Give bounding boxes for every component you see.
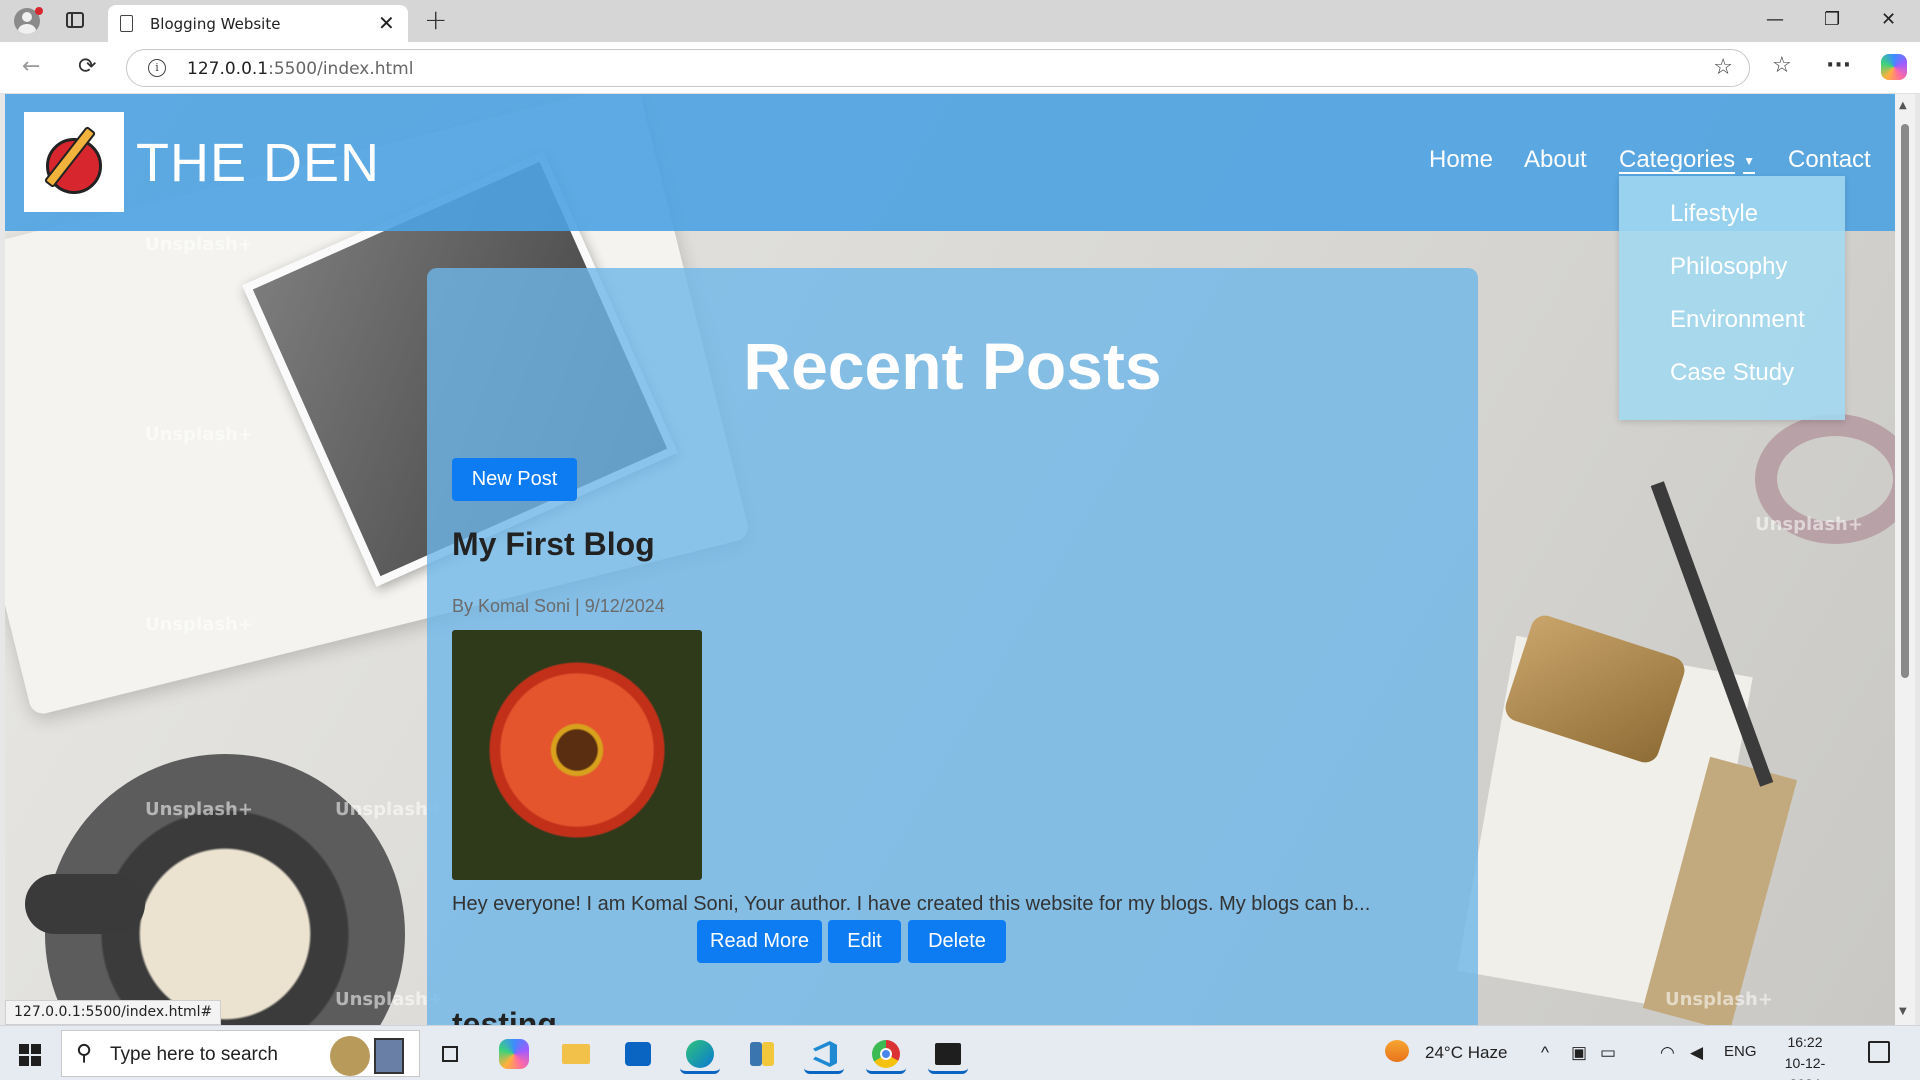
close-tab-icon[interactable]: ✕ xyxy=(378,11,395,35)
url-text: 127.0.0.1:5500/index.html xyxy=(187,59,414,79)
tray-chevron-icon[interactable]: ^ xyxy=(1541,1043,1549,1063)
address-bar-row: ← ⟳ i 127.0.0.1:5500/index.html ☆ ☆ ··· xyxy=(0,42,1920,94)
dropdown-caret-icon: ▼ xyxy=(1743,153,1755,168)
python-icon[interactable] xyxy=(742,1034,782,1074)
scroll-up-icon[interactable]: ▲ xyxy=(1899,100,1907,111)
tab-title: Blogging Website xyxy=(150,15,281,33)
notifications-icon[interactable] xyxy=(1868,1041,1890,1063)
category-lifestyle[interactable]: Lifestyle xyxy=(1670,200,1758,228)
link-status-bar: 127.0.0.1:5500/index.html# xyxy=(5,1000,222,1025)
start-button[interactable] xyxy=(19,1044,41,1066)
tab-actions-icon[interactable] xyxy=(66,12,84,28)
post-image xyxy=(452,630,702,880)
search-highlight-icon xyxy=(330,1034,410,1076)
browser-tab-bar: Blogging Website ✕ + — ❐ ✕ xyxy=(0,0,1920,42)
close-window-button[interactable]: ✕ xyxy=(1881,10,1896,30)
new-post-button[interactable]: New Post xyxy=(452,458,577,501)
post-title[interactable]: My First Blog xyxy=(452,526,655,563)
nav-about[interactable]: About xyxy=(1524,146,1587,174)
categories-dropdown: Lifestyle Philosophy Environment Case St… xyxy=(1619,176,1845,420)
edge-icon[interactable] xyxy=(680,1034,720,1074)
watermark: Unsplash+ xyxy=(145,614,253,635)
page-icon xyxy=(120,15,133,32)
weather-icon[interactable] xyxy=(1385,1040,1409,1062)
windows-taskbar: ⚲ Type here to search 24°C Haze ^ ▣ ▭ ◠ … xyxy=(0,1025,1920,1080)
category-environment[interactable]: Environment xyxy=(1670,306,1805,334)
favorite-star-icon[interactable]: ☆ xyxy=(1713,55,1733,80)
file-explorer-icon[interactable] xyxy=(556,1034,596,1074)
nav-contact[interactable]: Contact xyxy=(1788,146,1871,174)
watermark: Unsplash+ xyxy=(145,234,253,255)
taskbar-search[interactable]: ⚲ Type here to search xyxy=(61,1030,420,1077)
scroll-down-icon[interactable]: ▼ xyxy=(1899,1006,1907,1017)
task-view-icon[interactable] xyxy=(432,1034,472,1074)
nav-home[interactable]: Home xyxy=(1429,146,1493,174)
category-philosophy[interactable]: Philosophy xyxy=(1670,253,1787,281)
back-icon[interactable]: ← xyxy=(22,54,40,80)
site-info-icon[interactable]: i xyxy=(148,59,166,77)
site-header: THE DEN Home About Categories ▼ Contact xyxy=(5,94,1895,231)
page-viewport: Unsplash+ Unsplash+ Unsplash+ Unsplash+ … xyxy=(5,94,1895,1025)
clock[interactable]: 16:22 10-12-2024 xyxy=(1770,1032,1840,1080)
language-indicator[interactable]: ENG xyxy=(1724,1043,1757,1060)
post-excerpt: Hey everyone! I am Komal Soni, Your auth… xyxy=(452,893,1371,915)
watermark: Unsplash+ xyxy=(1755,514,1863,535)
recent-posts-panel: Recent Posts New Post My First Blog By K… xyxy=(427,268,1478,1025)
weather-text[interactable]: 24°C Haze xyxy=(1425,1043,1507,1063)
wifi-icon[interactable]: ◠ xyxy=(1660,1043,1675,1063)
search-icon: ⚲ xyxy=(76,1041,93,1066)
copilot-app-icon[interactable] xyxy=(499,1039,529,1069)
post-meta: By Komal Soni | 9/12/2024 xyxy=(452,596,665,616)
volume-icon[interactable]: ◀ xyxy=(1690,1043,1703,1063)
watermark: Unsplash+ xyxy=(145,424,253,445)
terminal-icon[interactable] xyxy=(928,1034,968,1074)
minimize-button[interactable]: — xyxy=(1766,10,1784,30)
vertical-scrollbar[interactable]: ▲ ▼ xyxy=(1895,94,1915,1025)
watermark: Unsplash+ xyxy=(1665,989,1773,1010)
vscode-icon[interactable] xyxy=(804,1034,844,1074)
category-case-study[interactable]: Case Study xyxy=(1670,359,1794,387)
page-title: Recent Posts xyxy=(743,329,1162,403)
site-title: THE DEN xyxy=(136,133,381,193)
post-title[interactable]: testing xyxy=(452,1006,557,1025)
delete-button[interactable]: Delete xyxy=(908,920,1006,963)
copilot-icon[interactable] xyxy=(1881,54,1907,80)
meet-now-icon[interactable]: ▣ xyxy=(1571,1043,1587,1063)
new-tab-button[interactable]: + xyxy=(424,5,447,35)
nav-categories[interactable]: Categories ▼ xyxy=(1619,146,1755,174)
watermark: Unsplash+ xyxy=(145,799,253,820)
chrome-icon[interactable] xyxy=(866,1034,906,1074)
edit-button[interactable]: Edit xyxy=(828,920,901,963)
read-more-button[interactable]: Read More xyxy=(697,920,822,963)
battery-icon[interactable]: ▭ xyxy=(1600,1043,1616,1063)
more-menu-icon[interactable]: ··· xyxy=(1826,53,1851,79)
profile-notification-dot xyxy=(35,7,43,15)
reload-icon[interactable]: ⟳ xyxy=(78,54,96,80)
restore-button[interactable]: ❐ xyxy=(1824,10,1840,30)
outlook-icon[interactable] xyxy=(618,1034,658,1074)
url-field[interactable]: i 127.0.0.1:5500/index.html ☆ xyxy=(126,49,1750,87)
browser-tab[interactable]: Blogging Website ✕ xyxy=(108,5,408,42)
search-placeholder: Type here to search xyxy=(110,1044,278,1065)
favorites-icon[interactable]: ☆ xyxy=(1772,53,1792,79)
scrollbar-thumb[interactable] xyxy=(1901,124,1909,678)
site-logo[interactable] xyxy=(24,112,124,212)
